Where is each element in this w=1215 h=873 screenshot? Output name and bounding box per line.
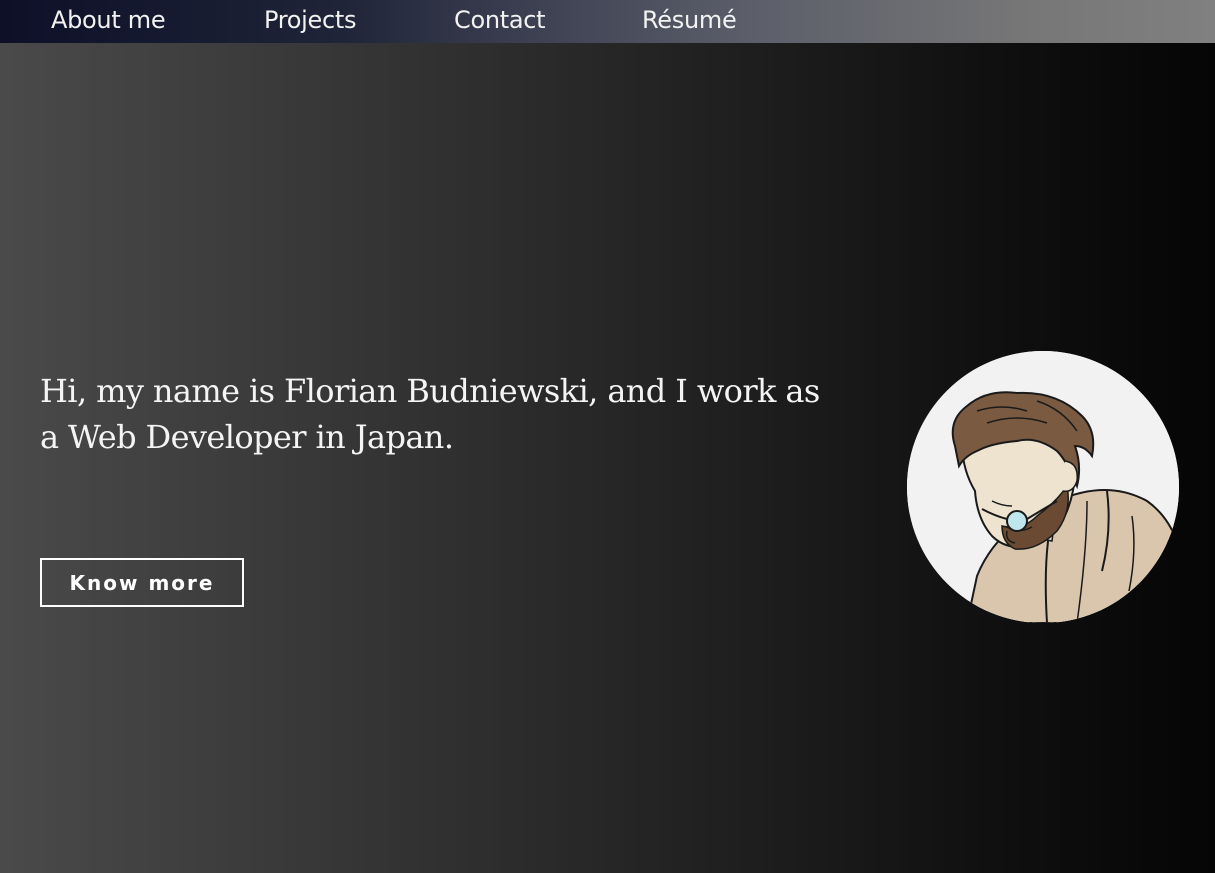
intro-text: Hi, my name is Florian Budniewski, and I…: [40, 372, 820, 456]
nav-link-about[interactable]: About me: [51, 5, 166, 35]
top-navigation: About me Projects Contact Résumé: [0, 0, 1215, 43]
know-more-button[interactable]: Know more: [40, 558, 244, 607]
portrait-illustration-icon: [907, 351, 1179, 623]
avatar: [907, 351, 1179, 623]
nav-link-projects[interactable]: Projects: [264, 5, 357, 35]
nav-link-contact[interactable]: Contact: [454, 5, 546, 35]
nav-link-resume[interactable]: Résumé: [642, 5, 737, 35]
